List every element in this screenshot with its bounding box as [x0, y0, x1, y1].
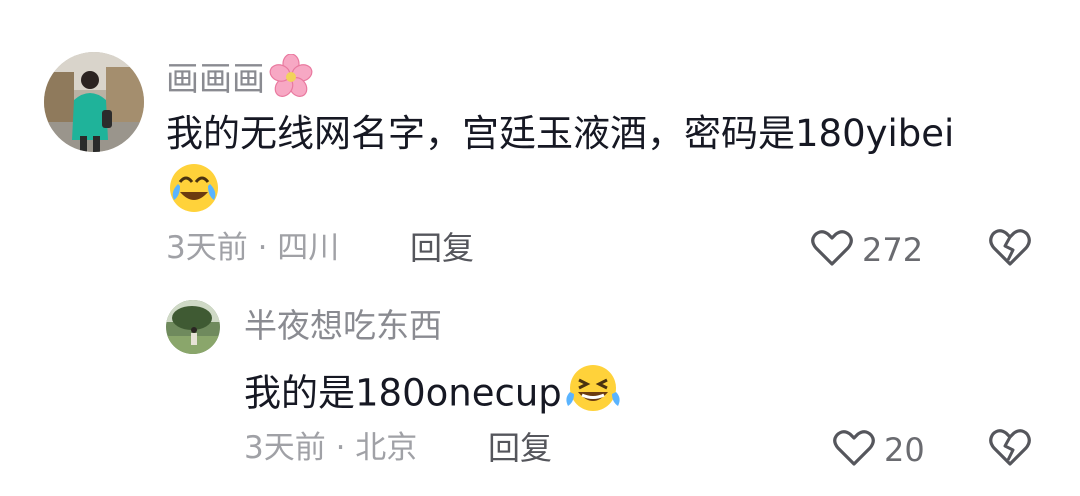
reply-button[interactable]: 回复: [410, 228, 474, 268]
comment-username[interactable]: 半夜想吃东西: [244, 306, 442, 346]
comment-meta: 3天前 · 四川: [166, 230, 340, 266]
avatar[interactable]: [166, 300, 220, 354]
like-count: 272: [862, 231, 924, 269]
broken-heart-icon[interactable]: [988, 226, 1032, 272]
reply-button[interactable]: 回复: [488, 428, 552, 468]
comment-text-content: 我的是180onecup: [244, 371, 562, 415]
tears-of-joy-emoji: [166, 162, 222, 218]
broken-heart-icon[interactable]: [988, 426, 1032, 472]
username-text: 画画画: [166, 59, 265, 98]
comment-username[interactable]: 画画画: [166, 53, 313, 107]
comment-meta: 3天前 · 北京: [244, 430, 418, 466]
laughing-crying-emoji: [562, 362, 624, 428]
heart-icon: [810, 228, 854, 272]
comment-text: 我的无线网名字，宫廷玉液酒，密码是180yibei: [166, 108, 954, 160]
cherry-blossom-icon: [269, 53, 313, 107]
like-button[interactable]: 272: [810, 228, 923, 272]
like-button[interactable]: 20: [832, 428, 925, 472]
like-count: 20: [884, 431, 925, 469]
comment-text: 我的是180onecup: [244, 362, 624, 428]
heart-icon: [832, 428, 876, 472]
comment-text-content: 我的无线网名字，宫廷玉液酒，密码是180yibei: [166, 112, 955, 155]
avatar[interactable]: [44, 52, 144, 152]
